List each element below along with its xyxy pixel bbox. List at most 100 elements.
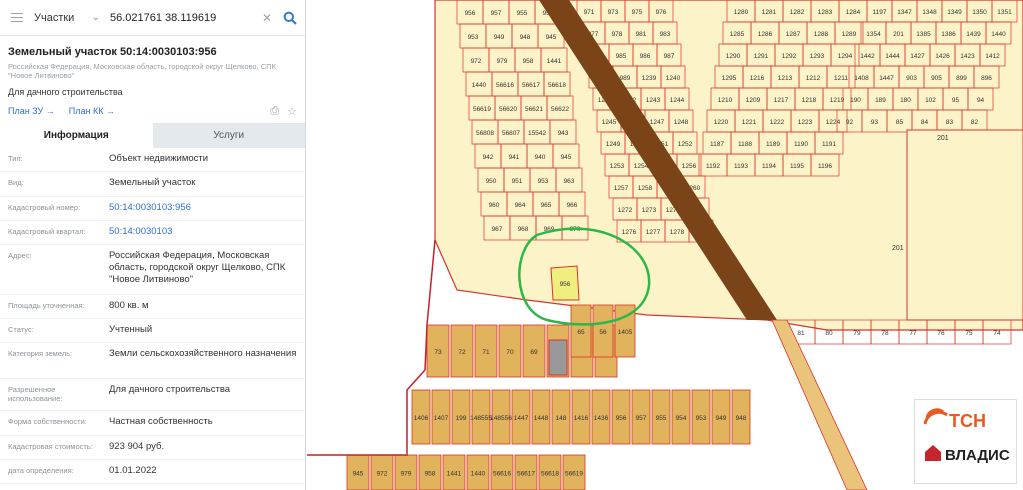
- parcel-label: 1276: [622, 229, 637, 236]
- parcel-label: 967: [492, 226, 503, 233]
- info-key: Статус:: [8, 325, 34, 334]
- parcel-label: 1249: [606, 141, 621, 148]
- parcel-label: 1252: [678, 141, 693, 148]
- info-key: Кадастровая стоимость:: [8, 442, 93, 451]
- parcel-label: 1349: [947, 9, 962, 16]
- info-table: Тип: Объект недвижимости Вид: Земельный уч…: [0, 148, 305, 484]
- parcel-label: 1192: [706, 163, 720, 170]
- parcel-label: 190: [850, 97, 861, 104]
- parcel-label: 965: [541, 202, 552, 209]
- logo-graphic: ТСН ВЛАДИС: [923, 408, 1010, 464]
- hamburger-icon[interactable]: [0, 0, 34, 36]
- parcel-label: 1218: [802, 97, 817, 104]
- plot-label: 1447: [514, 415, 529, 422]
- tab-info[interactable]: Информация: [0, 123, 153, 148]
- parcel-label: 1427: [910, 53, 925, 60]
- plot-label: 70: [506, 349, 514, 356]
- info-key: Тип:: [8, 154, 23, 163]
- plot-label: 56619: [565, 471, 583, 478]
- parcel-label: 1253: [610, 163, 625, 170]
- parcel-label: 1217: [774, 97, 789, 104]
- plan-zu-link[interactable]: План ЗУ →: [8, 106, 55, 116]
- parcel-label: 1194: [762, 163, 776, 170]
- parcel-label: 1247: [650, 119, 665, 126]
- logo-line2: ВЛАДИС: [945, 447, 1010, 464]
- star-icon[interactable]: ☆: [287, 105, 297, 118]
- parcel-label: 1289: [842, 31, 857, 38]
- parcel-label: 1447: [879, 75, 894, 82]
- parcel-label: 1248: [674, 119, 689, 126]
- parcel-label: 81: [797, 330, 805, 337]
- parcel-label: 56621: [525, 106, 543, 113]
- parcel-label: 1221: [742, 119, 757, 126]
- parcel-label: 75: [965, 330, 973, 337]
- parcel-label: 1278: [670, 229, 685, 236]
- parcel-label: 1258: [638, 185, 653, 192]
- parcel-label: 1240: [666, 75, 681, 82]
- parcel-label: 1281: [762, 9, 777, 16]
- info-row: Вид: Земельный участок: [0, 172, 305, 197]
- parcel-label: 56622: [551, 106, 569, 113]
- parcel-label: 960: [489, 202, 500, 209]
- parcel-label: 1347: [897, 9, 912, 16]
- chevron-down-icon: ⌄: [91, 12, 100, 23]
- search-button[interactable]: [275, 0, 305, 36]
- parcel-label: 1351: [997, 9, 1012, 16]
- plot-label: 1416: [574, 415, 589, 422]
- parcel-label: 56616: [496, 82, 514, 89]
- clear-icon[interactable]: ✕: [259, 11, 275, 25]
- parcel-label: 966: [567, 202, 578, 209]
- parcel-label: 78: [881, 330, 889, 337]
- plan-links: План ЗУ → План КК → ⎙ ☆: [0, 97, 305, 119]
- parcel-label: 1222: [770, 119, 785, 126]
- parcel-label: 56620: [499, 106, 517, 113]
- info-key: Категория земель:: [8, 349, 73, 358]
- parcel-label: 1439: [966, 31, 981, 38]
- plot-label: 56618: [541, 471, 559, 478]
- plot-label: 73: [434, 349, 442, 356]
- plot-label: 956: [616, 415, 627, 422]
- parcel-label: 1287: [786, 31, 801, 38]
- parcel-title: Земельный участок 50:14:0030103:956: [8, 46, 217, 58]
- tab-services[interactable]: Услуги: [152, 123, 305, 148]
- parcel-label: 976: [656, 9, 667, 16]
- parcel-label: 1440: [472, 82, 487, 89]
- plot-label: 945: [353, 471, 364, 478]
- parcel-label: 964: [515, 202, 526, 209]
- plot-label: 71: [482, 349, 490, 356]
- parcel-label: 1440: [991, 31, 1006, 38]
- plot-label: 954: [676, 415, 687, 422]
- parcel-label: 948: [520, 34, 531, 41]
- parcel-label: 971: [584, 9, 595, 16]
- parcel-label: 1442: [860, 53, 875, 60]
- parcel-label: 903: [906, 75, 917, 82]
- parcel-label: 92: [846, 119, 854, 126]
- cadastral-number-link[interactable]: 50:14:0030103:956: [109, 197, 297, 220]
- parcel-label: 1283: [818, 9, 833, 16]
- parcel-label: 84: [921, 119, 929, 126]
- info-panel: Участки ⌄ 56.021761 38.119619 ✕ Земельны…: [0, 0, 306, 490]
- plot-label: 949: [716, 415, 727, 422]
- parcel-label: 1348: [922, 9, 937, 16]
- info-row: Тип: Объект недвижимости: [0, 148, 305, 172]
- parcel-label: 973: [608, 9, 619, 16]
- info-value: Учтенный: [109, 324, 153, 335]
- gray-plot: [548, 339, 568, 376]
- print-icon[interactable]: ⎙: [270, 105, 279, 118]
- parcel-label: 981: [636, 31, 647, 38]
- plan-kk-link[interactable]: План КК →: [69, 106, 115, 116]
- layer-select[interactable]: Участки ⌄: [34, 12, 106, 24]
- parcel-label: 1277: [646, 229, 661, 236]
- parcel-label: 968: [518, 226, 529, 233]
- parcel-label: 983: [660, 31, 671, 38]
- parcel-label: 1209: [746, 97, 761, 104]
- parcel-label: 1193: [734, 163, 748, 170]
- cadastral-quarter-link[interactable]: 50:14:0030103: [109, 221, 297, 244]
- search-input[interactable]: 56.021761 38.119619: [106, 12, 259, 24]
- info-row: Разрешенное использование: Для дачного ст…: [0, 379, 305, 411]
- parcel-label: 1284: [846, 9, 861, 16]
- parcel-label: 896: [981, 75, 992, 82]
- parcel-label: 1293: [810, 53, 825, 60]
- plot-label: 148556: [490, 415, 512, 422]
- info-row: дата определения: 01.01.2022: [0, 460, 305, 484]
